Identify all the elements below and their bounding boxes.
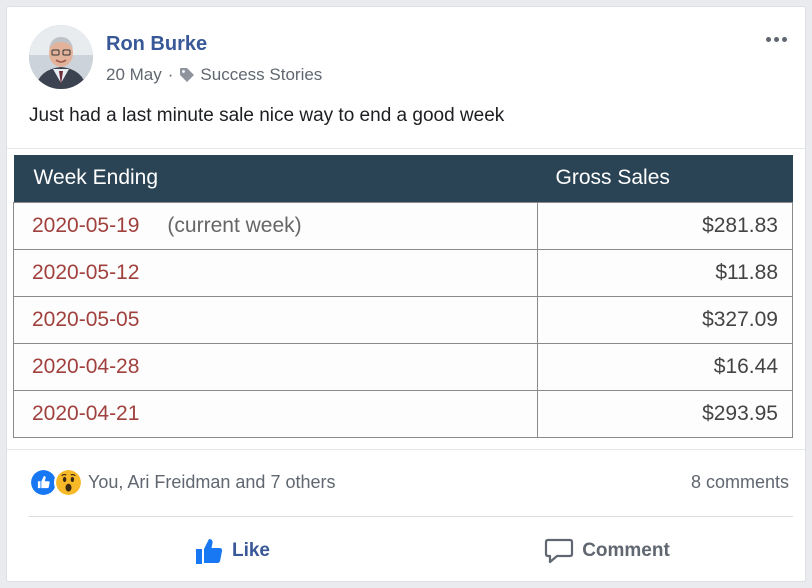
week-ending-cell: 2020-04-28 — [13, 342, 538, 391]
post-text: Just had a last minute sale nice way to … — [29, 105, 505, 126]
thumbs-up-icon — [195, 539, 223, 564]
table-row: 2020-04-21 $293.95 — [13, 389, 793, 438]
gross-sales-cell: $16.44 — [537, 342, 793, 391]
post-category[interactable]: Success Stories — [200, 65, 322, 85]
week-ending-cell: 2020-04-21 — [13, 389, 538, 438]
meta-separator: · — [167, 65, 174, 84]
table-header-row: Week Ending Gross Sales — [13, 155, 793, 202]
gross-sales-cell: $293.95 — [537, 389, 793, 438]
dot-icon — [765, 36, 771, 42]
gross-sales-cell: $281.83 — [537, 201, 793, 250]
avatar[interactable] — [29, 25, 93, 89]
week-ending-cell: 2020-05-19 (current week) — [13, 201, 538, 250]
post-date[interactable]: 20 May — [106, 65, 162, 85]
sales-table: Week Ending Gross Sales 2020-05-19 (curre… — [13, 155, 793, 438]
week-date: 2020-05-19 — [32, 213, 140, 237]
like-button[interactable]: Like — [167, 533, 297, 569]
dot-icon — [781, 36, 787, 42]
wow-reaction-icon — [54, 467, 83, 497]
week-date: 2020-05-05 — [32, 307, 140, 331]
more-options-button[interactable] — [759, 27, 793, 51]
week-date: 2020-04-21 — [32, 401, 140, 425]
comments-count[interactable]: 8 comments — [691, 472, 789, 493]
table-row: 2020-05-19 (current week) $281.83 — [13, 201, 793, 250]
reaction-names[interactable]: You, Ari Freidman and 7 others — [88, 472, 335, 493]
current-week-note: (current week) — [167, 213, 302, 237]
comment-label: Comment — [582, 540, 670, 561]
dot-icon — [773, 36, 779, 42]
comment-button[interactable]: Comment — [527, 533, 687, 569]
comment-bubble-icon — [545, 538, 574, 564]
tag-icon — [180, 68, 195, 82]
like-label: Like — [231, 540, 271, 561]
table-row: 2020-05-12 $11.88 — [13, 248, 793, 297]
week-ending-cell: 2020-05-12 — [13, 248, 538, 297]
avatar-photo — [29, 25, 93, 89]
table-row: 2020-04-28 $16.44 — [13, 342, 793, 391]
week-date: 2020-04-28 — [32, 354, 140, 378]
table-row: 2020-05-05 $327.09 — [13, 295, 793, 344]
post-meta: 20 May · Success Stories — [106, 65, 322, 85]
divider — [29, 516, 793, 517]
post-card: Ron Burke 20 May · Success Stories Just … — [6, 6, 806, 582]
gross-sales-cell: $327.09 — [537, 295, 793, 344]
post-header: Ron Burke 20 May · Success Stories — [29, 25, 793, 89]
header-week-ending: Week Ending — [13, 155, 538, 202]
week-date: 2020-05-12 — [32, 260, 140, 284]
week-ending-cell: 2020-05-05 — [13, 295, 538, 344]
post-image[interactable]: Week Ending Gross Sales 2020-05-19 (curre… — [7, 148, 805, 450]
header-gross-sales: Gross Sales — [537, 155, 793, 202]
author-name[interactable]: Ron Burke — [106, 33, 207, 56]
gross-sales-cell: $11.88 — [537, 248, 793, 297]
reactions-summary[interactable]: You, Ari Freidman and 7 others — [29, 467, 335, 497]
